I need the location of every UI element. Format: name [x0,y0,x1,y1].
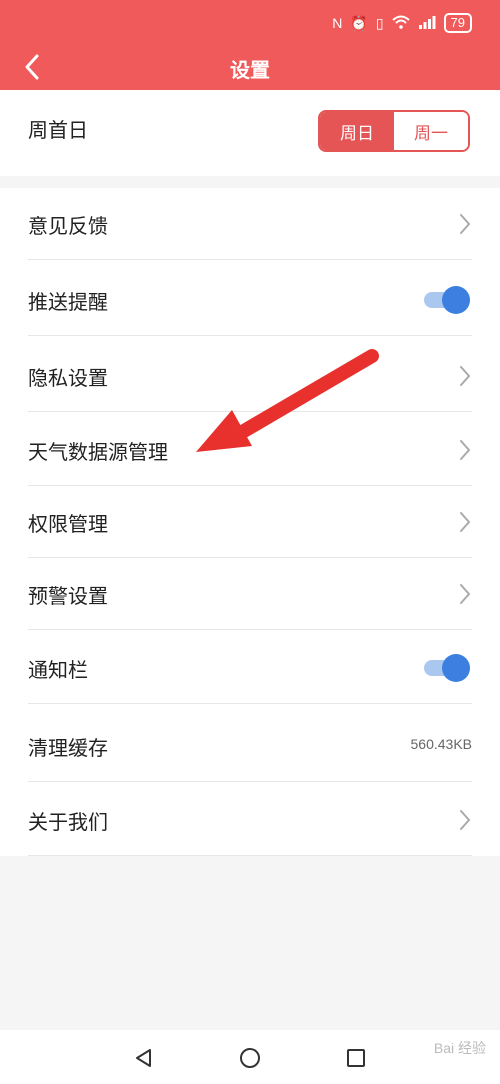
settings-item-notification-bar[interactable]: 通知栏 [0,632,500,704]
week-start-section: 周首日 周日 周一 [0,90,500,176]
week-start-selector: 周日 周一 [318,110,470,152]
toggle-knob [442,286,470,314]
week-start-option-sunday[interactable]: 周日 [320,112,394,150]
settings-item-weather-source[interactable]: 天气数据源管理 [0,414,500,486]
settings-item-label: 推送提醒 [28,290,108,314]
header-bar: 设置 [0,44,500,90]
settings-item-about[interactable]: 关于我们 [0,784,500,856]
cache-size-value: 560.43KB [410,736,473,752]
settings-item-feedback[interactable]: 意见反馈 [0,188,500,260]
divider [28,411,472,412]
wifi-icon [391,15,410,32]
settings-item-clear-cache[interactable]: 清理缓存 560.43KB [0,710,500,782]
chevron-right-icon [460,810,471,830]
chevron-right-icon [460,584,471,604]
signal-icon [418,15,436,32]
settings-list: 意见反馈 推送提醒 隐私设置 天气数据源管理 权限管理 预警设置 通知栏 清理缓… [0,188,500,856]
watermark: Bai 经验 [433,1040,486,1056]
notification-bar-toggle[interactable] [424,654,470,682]
triangle-back-icon [136,1049,151,1067]
settings-item-label: 天气数据源管理 [28,440,168,464]
settings-item-label: 意见反馈 [28,214,108,238]
divider [28,259,472,260]
status-bar: N ⏰ ▯ 79 [0,0,500,44]
nfc-icon: N [332,15,343,31]
settings-item-warning[interactable]: 预警设置 [0,558,500,630]
divider [28,629,472,630]
chevron-right-icon [460,214,471,234]
divider [28,781,472,782]
alarm-icon: ⏰ [350,14,368,31]
chevron-right-icon [460,440,471,460]
chevron-right-icon [460,512,471,532]
toggle-knob [442,654,470,682]
settings-item-push[interactable]: 推送提醒 [0,264,500,336]
divider [28,703,472,704]
settings-item-permissions[interactable]: 权限管理 [0,486,500,558]
nav-recents-button[interactable] [342,1044,370,1072]
settings-item-label: 通知栏 [28,658,88,682]
nav-back-button[interactable] [130,1044,158,1072]
circle-home-icon [240,1048,260,1068]
system-nav-bar: Bai 经验 [0,1030,500,1084]
settings-item-label: 清理缓存 [28,736,108,760]
battery-indicator: 79 [443,13,472,33]
status-icons: N ⏰ ▯ 79 [332,12,472,34]
battery-level: 79 [450,15,465,30]
nav-home-button[interactable] [236,1044,264,1072]
page-title: 设置 [230,58,270,82]
divider [28,855,472,856]
settings-item-label: 隐私设置 [28,366,108,390]
settings-item-privacy[interactable]: 隐私设置 [0,340,500,412]
chevron-right-icon [460,366,471,386]
vibrate-icon: ▯ [375,14,384,31]
square-recents-icon [347,1049,365,1067]
divider [28,335,472,336]
settings-item-label: 预警设置 [28,584,108,608]
settings-item-label: 关于我们 [28,810,108,834]
week-start-option-monday[interactable]: 周一 [394,112,468,150]
settings-item-label: 权限管理 [28,512,108,536]
week-start-label: 周首日 [28,118,88,142]
push-toggle[interactable] [424,286,470,314]
